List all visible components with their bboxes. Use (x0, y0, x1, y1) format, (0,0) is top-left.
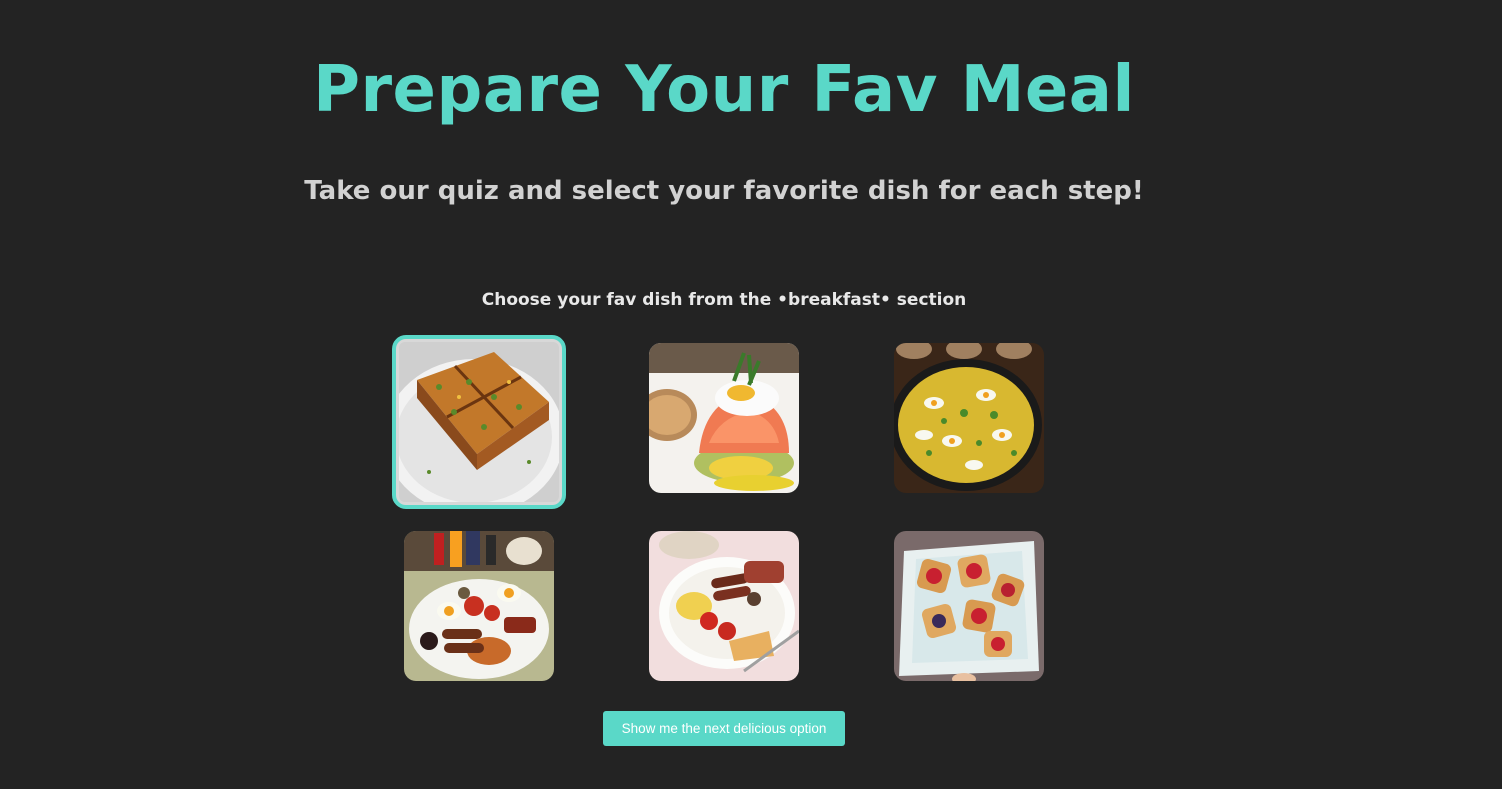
page-title: Prepare Your Fav Meal (313, 53, 1135, 127)
dish-option-5[interactable] (649, 531, 799, 681)
kedgeree-image (894, 343, 1044, 493)
dish-option-1[interactable] (392, 335, 566, 509)
dish-option-6[interactable] (894, 531, 1044, 681)
breakfast-casserole-image (399, 342, 559, 502)
fruit-danish-pastries-image (894, 531, 1044, 681)
fried-breakfast-plate-image (649, 531, 799, 681)
dish-option-4[interactable] (404, 531, 554, 681)
dish-option-3[interactable] (894, 343, 1044, 493)
next-option-button[interactable]: Show me the next delicious option (603, 711, 845, 746)
eggs-benedict-salmon-image (649, 343, 799, 493)
dish-option-2[interactable] (649, 343, 799, 493)
page-subtitle: Take our quiz and select your favorite d… (304, 176, 1144, 206)
section-prompt: Choose your fav dish from the •breakfast… (481, 290, 967, 310)
full-english-breakfast-image (404, 531, 554, 681)
